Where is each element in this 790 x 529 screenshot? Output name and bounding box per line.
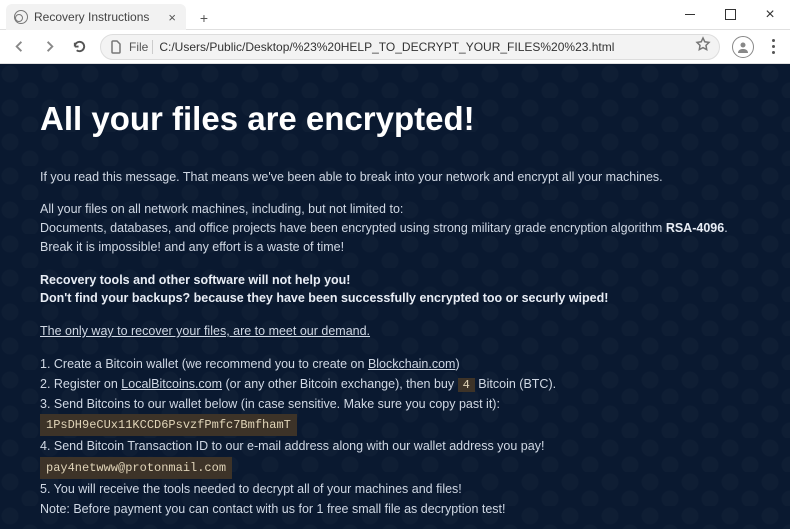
reload-button[interactable] — [66, 34, 92, 60]
address-bar[interactable]: File C:/Users/Public/Desktop/%23%20HELP_… — [100, 34, 720, 60]
backups-line: Don't find your backups? because they ha… — [40, 291, 608, 305]
blockchain-link[interactable]: Blockchain.com — [368, 357, 456, 371]
page-heading: All your files are encrypted! — [40, 94, 750, 144]
kebab-icon — [772, 38, 775, 56]
warning-block: Recovery tools and other software will n… — [40, 271, 750, 309]
step-2: 2. Register on LocalBitcoins.com (or any… — [40, 375, 750, 394]
url-text: C:/Users/Public/Desktop/%23%20HELP_TO_DE… — [159, 40, 695, 54]
window-controls: × — [670, 0, 790, 29]
star-icon — [695, 36, 711, 52]
minimize-button[interactable] — [670, 0, 710, 29]
wallet-address: 1PsDH9eCUx11KCCD6PsvzfPmfc7BmfhamT — [40, 414, 297, 436]
docs-prefix: Documents, databases, and office project… — [40, 221, 666, 235]
browser-tab[interactable]: Recovery Instructions × — [6, 4, 186, 30]
profile-button[interactable] — [732, 36, 754, 58]
close-window-button[interactable]: × — [750, 0, 790, 29]
step-4: 4. Send Bitcoin Transaction ID to our e-… — [40, 437, 750, 456]
reload-icon — [72, 39, 87, 54]
files-line: All your files on all network machines, … — [40, 202, 403, 216]
contact-email: pay4netwww@protonmail.com — [40, 457, 232, 479]
algo-name: RSA-4096 — [666, 221, 724, 235]
btc-amount: 4 — [458, 378, 475, 392]
break-line: Break it is impossible! and any effort i… — [40, 240, 344, 254]
menu-button[interactable] — [762, 38, 784, 56]
step-5: 5. You will receive the tools needed to … — [40, 480, 750, 499]
back-button[interactable] — [6, 34, 32, 60]
page-content: All your files are encrypted! If you rea… — [0, 64, 790, 529]
new-tab-button[interactable]: + — [192, 6, 216, 29]
step-3: 3. Send Bitcoins to our wallet below (in… — [40, 395, 750, 414]
browser-toolbar: File C:/Users/Public/Desktop/%23%20HELP_… — [0, 30, 790, 64]
user-icon — [736, 40, 750, 54]
encrypted-files-block: All your files on all network machines, … — [40, 200, 750, 256]
globe-icon — [14, 10, 28, 24]
only-way-text: The only way to recover your files, are … — [40, 324, 370, 338]
step-1: 1. Create a Bitcoin wallet (we recommend… — [40, 355, 750, 374]
note-line: Note: Before payment you can contact wit… — [40, 500, 750, 519]
url-scheme-label: File — [129, 40, 153, 54]
tab-title: Recovery Instructions — [34, 10, 166, 24]
maximize-button[interactable] — [710, 0, 750, 29]
intro-text: If you read this message. That means we'… — [40, 168, 750, 187]
forward-button[interactable] — [36, 34, 62, 60]
close-tab-icon[interactable]: × — [166, 10, 178, 25]
recovery-line: Recovery tools and other software will n… — [40, 273, 350, 287]
localbitcoins-link[interactable]: LocalBitcoins.com — [121, 377, 222, 391]
window-titlebar: Recovery Instructions × + × — [0, 0, 790, 30]
instruction-list: 1. Create a Bitcoin wallet (we recommend… — [40, 355, 750, 519]
file-icon — [109, 40, 123, 54]
arrow-right-icon — [42, 39, 57, 54]
bookmark-button[interactable] — [695, 36, 711, 57]
arrow-left-icon — [12, 39, 27, 54]
